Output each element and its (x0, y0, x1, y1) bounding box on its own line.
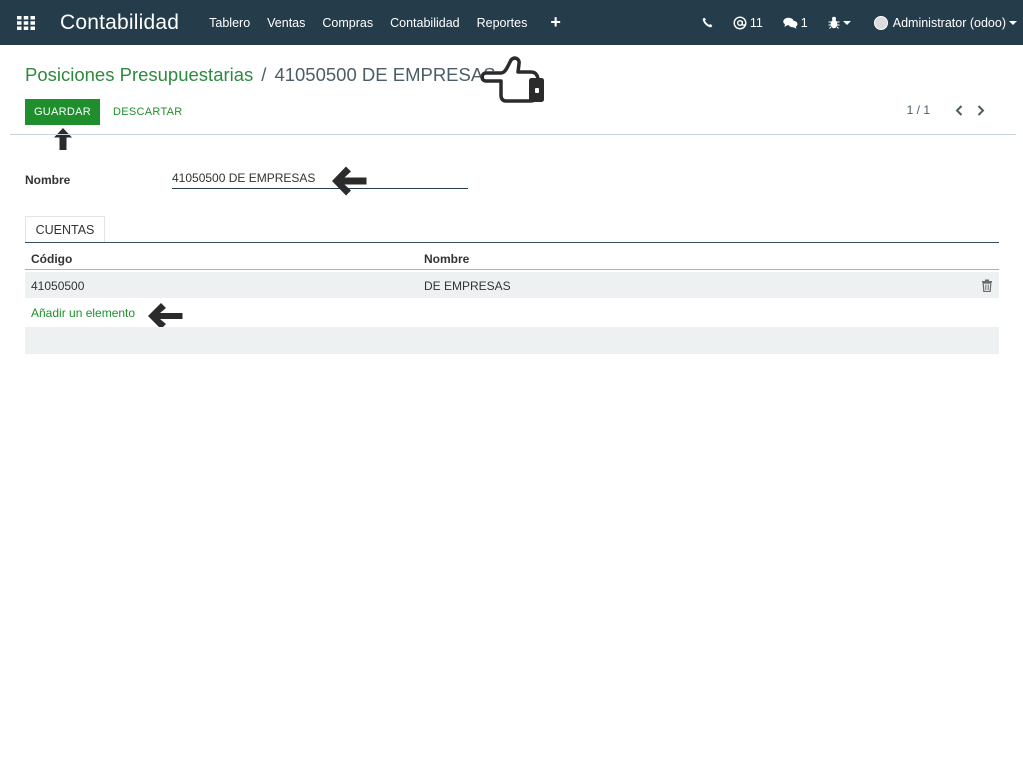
column-header-nombre[interactable]: Nombre (424, 252, 469, 266)
chevron-left-icon (955, 104, 963, 116)
menu-item-compras[interactable]: Compras (322, 16, 373, 30)
activity-count: 11 (749, 15, 763, 30)
top-navbar: Contabilidad Tablero Ventas Compras Cont… (0, 0, 1023, 45)
tab-cuentas[interactable]: CUENTAS (25, 216, 105, 242)
activity-button[interactable]: 11 (733, 16, 763, 30)
breadcrumb-current: 41050500 DE EMPRESAS (274, 64, 496, 85)
trash-icon[interactable] (981, 279, 993, 292)
column-header-codigo[interactable]: Código (31, 252, 72, 266)
name-field[interactable] (172, 168, 468, 189)
pager: 1 / 1 (907, 103, 988, 117)
pager-next-button[interactable] (974, 103, 988, 117)
phone-button[interactable] (702, 17, 713, 28)
user-menu-button[interactable]: Administrator (odoo) (871, 15, 1017, 30)
row-name-cell[interactable]: DE EMPRESAS (424, 279, 511, 293)
main-menu: Tablero Ventas Compras Contabilidad Repo… (209, 12, 561, 33)
phone-icon (702, 17, 713, 28)
messages-button[interactable]: 1 (782, 15, 808, 30)
add-line-link[interactable]: Añadir un elemento (31, 306, 135, 320)
chevron-right-icon (977, 104, 985, 116)
grid-icon (17, 15, 35, 30)
chevron-down-icon (1009, 20, 1017, 25)
avatar (873, 15, 888, 30)
table-header: Código Nombre (25, 249, 999, 270)
name-field-label: Nombre (25, 173, 71, 187)
save-button[interactable]: GUARDAR (25, 99, 100, 125)
arrow-up-icon (54, 128, 72, 150)
messages-count: 1 (800, 15, 808, 30)
user-name: Administrator (odoo) (892, 15, 1006, 30)
comments-icon (782, 17, 798, 29)
menu-item-reportes[interactable]: Reportes (477, 16, 528, 30)
breadcrumb-separator: / (261, 64, 267, 85)
menu-item-contabilidad[interactable]: Contabilidad (390, 16, 460, 30)
arrow-left-icon (332, 166, 367, 196)
row-code-cell[interactable]: 41050500 (31, 279, 84, 293)
apps-menu-button[interactable] (0, 0, 52, 45)
app-brand-title[interactable]: Contabilidad (60, 11, 179, 35)
pager-value[interactable]: 1 / 1 (907, 103, 930, 117)
control-panel-divider (10, 134, 1016, 135)
tab-underline (25, 242, 999, 243)
pager-previous-button[interactable] (952, 103, 966, 117)
systray: 11 1 Administrator (odoo) (682, 0, 1017, 45)
discard-button[interactable]: DESCARTAR (113, 99, 183, 125)
bug-icon (828, 16, 840, 29)
breadcrumb-parent-link[interactable]: Posiciones Presupuestarias (25, 64, 253, 86)
at-icon (733, 15, 747, 30)
table-footer (25, 327, 999, 354)
debug-menu-button[interactable] (828, 16, 851, 29)
menu-item-ventas[interactable]: Ventas (267, 16, 305, 30)
pointing-hand-icon (480, 56, 544, 103)
chevron-down-icon (842, 20, 851, 25)
menu-item-tablero[interactable]: Tablero (209, 16, 250, 30)
table-row[interactable]: 41050500 DE EMPRESAS (25, 272, 999, 298)
breadcrumb: Posiciones Presupuestarias / 41050500 DE… (25, 64, 496, 86)
plus-icon[interactable]: + (550, 12, 561, 33)
